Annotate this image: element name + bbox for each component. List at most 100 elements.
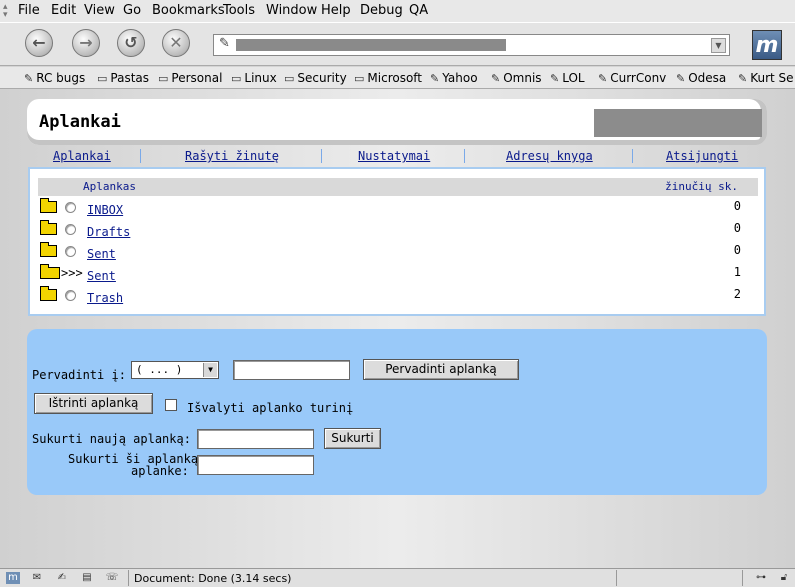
chevron-down-icon: ▼ <box>203 363 217 377</box>
empty-folder-label: Išvalyti aplanko turinį <box>187 401 354 415</box>
folder-link-trash[interactable]: Trash <box>87 291 123 305</box>
current-folder-marker: >>> <box>61 266 83 280</box>
menu-window[interactable]: Window <box>266 3 317 18</box>
menu-go[interactable]: Go <box>123 3 141 18</box>
menu-debug[interactable]: Debug <box>360 3 403 18</box>
bookmark-folder-linux[interactable]: ▭ Linux <box>231 71 277 85</box>
status-divider <box>616 570 617 586</box>
menu-edit[interactable]: Edit <box>51 3 76 18</box>
folder-icon: ▭ <box>284 72 295 85</box>
message-count: 2 <box>733 287 741 301</box>
table-header: Aplankas žinučių sk. <box>38 178 758 196</box>
url-dropdown-icon[interactable]: ▼ <box>711 38 726 53</box>
create-folder-input[interactable] <box>197 429 314 449</box>
bookmark-icon: ✎ <box>430 72 440 85</box>
folder-table: Aplankas žinučių sk. INBOX 0 Drafts 0 Se… <box>28 167 766 316</box>
bookmark-folder-security[interactable]: ▭ Security <box>284 71 347 85</box>
message-count: 0 <box>733 199 741 213</box>
message-count: 0 <box>733 221 741 235</box>
table-row: Trash 2 <box>38 286 758 307</box>
folder-link-drafts[interactable]: Drafts <box>87 225 130 239</box>
menu-qa[interactable]: QA <box>409 3 428 18</box>
bookmark-yahoo[interactable]: ✎ Yahoo <box>430 71 478 85</box>
title-banner-redacted <box>594 109 762 137</box>
menu-bookmarks[interactable]: Bookmarks <box>152 3 225 18</box>
page-title: Aplankai <box>39 112 121 132</box>
bookmark-odesa[interactable]: ✎ Odesa <box>676 71 726 85</box>
rename-folder-select[interactable]: ( ... ) ▼ <box>131 361 219 379</box>
table-row: Drafts 0 <box>38 220 758 241</box>
bookmark-icon: ✎ <box>738 72 748 85</box>
folder-radio[interactable] <box>65 224 76 235</box>
folder-radio[interactable] <box>65 202 76 213</box>
nav-separator <box>321 149 322 163</box>
empty-folder-checkbox[interactable] <box>165 399 177 411</box>
back-button[interactable]: ← <box>25 29 53 57</box>
bookmark-icon: ✎ <box>24 72 34 85</box>
create-folder-button[interactable]: Sukurti <box>324 428 381 449</box>
bookmark-omnis[interactable]: ✎ Omnis <box>491 71 542 85</box>
menu-tools[interactable]: Tools <box>223 3 255 18</box>
folder-link-inbox[interactable]: INBOX <box>87 203 123 217</box>
mozilla-logo-icon[interactable]: m <box>752 30 782 60</box>
menu-view[interactable]: View <box>84 3 115 18</box>
forward-button[interactable]: → <box>72 29 100 57</box>
folder-icon: ▭ <box>158 72 169 85</box>
message-count: 0 <box>733 243 741 257</box>
parent-folder-input[interactable] <box>197 455 314 475</box>
folder-icon <box>40 220 57 235</box>
bookmark-icon: ✎ <box>550 72 560 85</box>
url-bar[interactable]: ✎ ▼ <box>213 34 730 56</box>
nav-signout-link[interactable]: Atsijungti <box>666 149 738 163</box>
folder-link-sent[interactable]: Sent <box>87 247 116 261</box>
navigation-toolbar: ← → ↺ ✕ ✎ ▼ <box>0 22 795 66</box>
reload-button[interactable]: ↺ <box>117 29 145 57</box>
status-divider <box>742 570 743 586</box>
rename-folder-button[interactable]: Pervadinti aplanką <box>363 359 519 380</box>
main-navigation: Aplankai Rašyti žinutę Nustatymai Adresų… <box>27 147 767 165</box>
bookmark-icon: ✎ <box>598 72 608 85</box>
nav-folders-link[interactable]: Aplankai <box>53 149 111 163</box>
nav-addressbook-link[interactable]: Adresų knyga <box>506 149 593 163</box>
folder-icon <box>40 242 57 257</box>
bookmark-folder-personal[interactable]: ▭ Personal <box>158 71 222 85</box>
irc-icon[interactable]: ☏ <box>105 572 119 584</box>
delete-folder-button[interactable]: Ištrinti aplanką <box>34 393 153 414</box>
folder-link-sent-current[interactable]: Sent <box>87 269 116 283</box>
rename-label: Pervadinti į: <box>32 368 126 382</box>
grip-icon: ▴ ▾ <box>3 2 8 20</box>
security-lock-icon[interactable]: 🔓︎ <box>777 572 791 584</box>
menu-help[interactable]: Help <box>321 3 351 18</box>
rename-name-input[interactable] <box>233 360 350 380</box>
nav-options-link[interactable]: Nustatymai <box>358 149 430 163</box>
stop-button[interactable]: ✕ <box>162 29 190 57</box>
online-status-icon[interactable]: ⊶ <box>750 572 772 584</box>
table-row: >>> Sent 1 <box>38 264 758 285</box>
nav-separator <box>632 149 633 163</box>
bookmark-rc-bugs[interactable]: ✎ RC bugs <box>24 71 85 85</box>
address-book-icon[interactable]: ▤ <box>80 572 94 584</box>
table-row: INBOX 0 <box>38 198 758 219</box>
folder-actions-panel: Pervadinti į: ( ... ) ▼ Pervadinti aplan… <box>27 329 767 495</box>
page-proxy-icon: ✎ <box>219 36 230 51</box>
bookmark-icon: ✎ <box>676 72 686 85</box>
mail-icon[interactable]: ✉ <box>30 572 44 584</box>
url-text-redacted <box>236 39 506 51</box>
navigator-icon[interactable]: m <box>6 572 20 584</box>
folder-open-icon <box>40 264 60 279</box>
nav-compose-link[interactable]: Rašyti žinutę <box>185 149 279 163</box>
folder-icon <box>40 198 57 213</box>
column-header-count: žinučių sk. <box>665 180 738 193</box>
menu-file[interactable]: File <box>18 3 40 18</box>
bookmark-lol[interactable]: ✎ LOL <box>550 71 585 85</box>
composer-icon[interactable]: ✍ <box>55 572 69 584</box>
bookmark-kurt[interactable]: ✎ Kurt Se <box>738 71 794 85</box>
folder-radio[interactable] <box>65 246 76 257</box>
nav-separator <box>140 149 141 163</box>
title-box: Aplankai <box>27 99 767 145</box>
status-divider <box>128 570 129 586</box>
bookmark-currconv[interactable]: ✎ CurrConv <box>598 71 666 85</box>
bookmark-folder-microsoft[interactable]: ▭ Microsoft <box>354 71 422 85</box>
folder-radio[interactable] <box>65 290 76 301</box>
bookmark-folder-pastas[interactable]: ▭ Pastas <box>97 71 149 85</box>
